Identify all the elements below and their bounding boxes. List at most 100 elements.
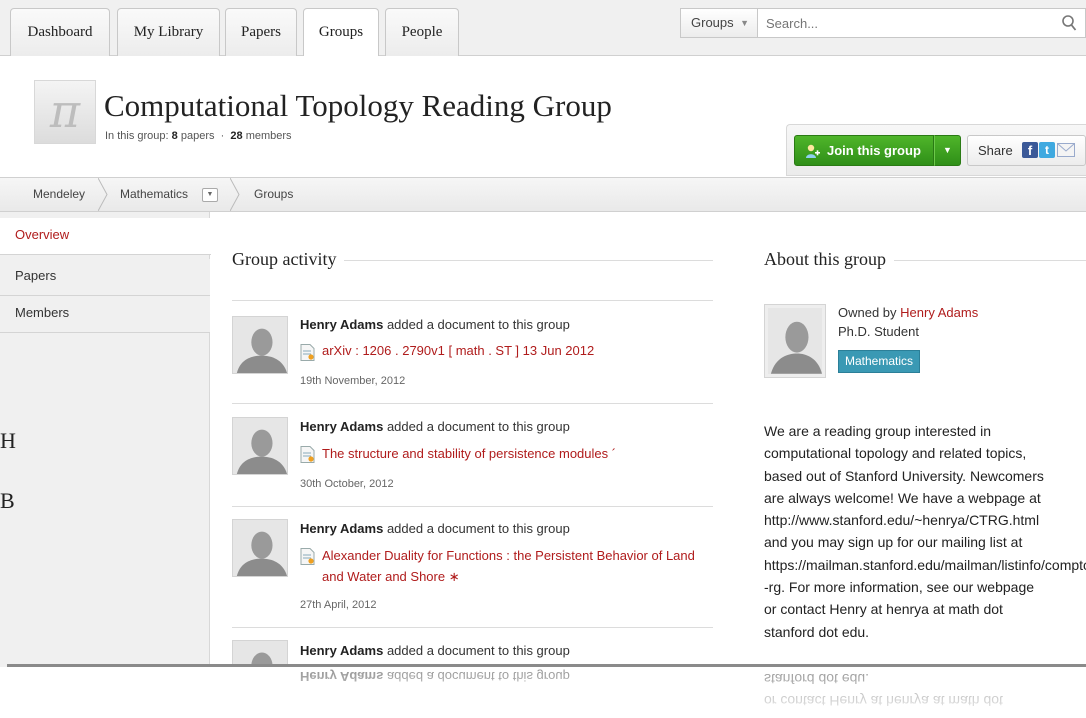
- owner-link[interactable]: Henry Adams: [900, 305, 978, 320]
- stats-separator: ·: [220, 130, 225, 142]
- activity-date: 27th April, 2012: [300, 599, 377, 611]
- activity-action: added a document to this group: [386, 317, 570, 332]
- document-icon: [300, 446, 315, 463]
- sidebar-item-members[interactable]: Members: [0, 296, 210, 333]
- page-title: Computational Topology Reading Group: [104, 88, 612, 123]
- description-line: based out of Stanford University. Newcom…: [764, 467, 1044, 484]
- share-label: Share: [978, 143, 1013, 158]
- chevron-down-icon: ▼: [943, 145, 952, 155]
- document-link-continued[interactable]: and Water and Shore ∗: [322, 567, 460, 587]
- members-count: 28: [230, 130, 243, 142]
- activity-date: 30th October, 2012: [300, 478, 394, 490]
- background-text-fragment: B: [0, 488, 15, 513]
- activity-divider: [232, 403, 713, 404]
- person-silhouette-icon: [768, 308, 822, 374]
- activity-text: Henry Adams added a document to this gro…: [300, 521, 570, 536]
- members-label: members: [245, 130, 292, 142]
- breadcrumb-groups[interactable]: Groups: [254, 178, 293, 211]
- join-options-dropdown[interactable]: ▼: [934, 135, 961, 166]
- search-scope-dropdown[interactable]: Groups ▼: [680, 8, 758, 38]
- document-link[interactable]: Alexander Duality for Functions : the Pe…: [322, 546, 695, 566]
- activity-user-link[interactable]: Henry Adams: [300, 521, 383, 536]
- search-scope-label: Groups: [691, 15, 734, 30]
- tab-people[interactable]: People: [385, 8, 459, 56]
- person-silhouette-icon: [233, 418, 287, 474]
- reflection-fade: [0, 667, 1086, 718]
- tab-my-library[interactable]: My Library: [117, 8, 220, 56]
- breadcrumb-separator: [98, 178, 108, 211]
- document-icon: [300, 344, 315, 361]
- description-line: and you may sign up for our mailing list…: [764, 534, 1023, 551]
- description-line: http://www.stanford.edu/~henrya/CTRG.htm…: [764, 512, 1040, 529]
- tab-papers[interactable]: Papers: [225, 8, 297, 56]
- owner-info: Owned by Henry Adams: [838, 305, 978, 320]
- activity-action: added a document to this group: [386, 419, 570, 434]
- tab-groups[interactable]: Groups: [303, 8, 379, 57]
- sidebar-item-papers[interactable]: Papers: [0, 259, 210, 296]
- email-icon[interactable]: [1057, 143, 1075, 157]
- tab-dashboard[interactable]: Dashboard: [10, 8, 110, 56]
- person-silhouette-icon: [233, 641, 287, 664]
- group-stats-prefix: In this group:: [105, 130, 169, 142]
- activity-divider: [232, 506, 713, 507]
- user-avatar[interactable]: [232, 640, 288, 664]
- description-line: We are a reading group interested in: [764, 423, 991, 439]
- discipline-tag[interactable]: Mathematics: [838, 350, 921, 373]
- activity-user-link[interactable]: Henry Adams: [300, 419, 383, 434]
- activity-user-link[interactable]: Henry Adams: [300, 643, 383, 658]
- description-line: stanford dot edu.: [764, 623, 870, 640]
- about-group-heading: About this group: [764, 249, 895, 270]
- activity-user-link[interactable]: Henry Adams: [300, 317, 383, 332]
- search-box: [757, 8, 1086, 38]
- search-input[interactable]: [758, 9, 1038, 37]
- group-activity-heading: Group activity: [232, 249, 345, 270]
- group-logo: π: [34, 80, 96, 144]
- search-icon[interactable]: [1061, 13, 1077, 33]
- breadcrumb: Mendeley Mathematics ▼ Groups: [0, 177, 1086, 212]
- activity-text: Henry Adams added a document to this gro…: [300, 643, 570, 658]
- top-navigation-bar: Dashboard My Library Papers Groups Peopl…: [0, 0, 1086, 57]
- document-icon: [300, 548, 315, 565]
- activity-text: Henry Adams added a document to this gro…: [300, 317, 570, 332]
- breadcrumb-dropdown[interactable]: ▼: [202, 188, 218, 202]
- background-text-fragment: H: [0, 428, 16, 453]
- description-line: https://mailman.stanford.edu/mailman/lis…: [764, 556, 1086, 573]
- owner-avatar[interactable]: [764, 304, 826, 378]
- owned-by-label: Owned by: [838, 305, 897, 320]
- description-line: computational topology and related topic…: [764, 445, 1027, 462]
- document-link[interactable]: arXiv : 1206 . 2790v1 [ math . ST ] 13 J…: [322, 341, 594, 361]
- description-line: -rg. For more information, see our webpa…: [764, 579, 1035, 596]
- breadcrumb-separator: [230, 178, 240, 211]
- description-line: are always welcome! We have a webpage at: [764, 489, 1041, 506]
- papers-count: 8: [171, 130, 178, 142]
- user-add-icon: [806, 144, 820, 158]
- owner-role: Ph.D. Student: [838, 324, 919, 339]
- join-group-label: Join this group: [827, 143, 921, 158]
- join-group-button[interactable]: Join this group: [794, 135, 934, 166]
- page-reflection: Henry Adams added a document to this gro…: [0, 667, 1086, 718]
- twitter-icon[interactable]: t: [1039, 142, 1055, 158]
- group-description: We are a reading group interested in com…: [764, 420, 1086, 643]
- group-stats: In this group: 8 papers · 28 members: [105, 130, 292, 142]
- activity-date: 19th November, 2012: [300, 375, 406, 387]
- person-silhouette-icon: [233, 520, 287, 576]
- person-silhouette-icon: [233, 317, 287, 373]
- description-line: or contact Henry at henrya at math dot: [764, 601, 1003, 618]
- user-avatar[interactable]: [232, 519, 288, 577]
- breadcrumb-mendeley[interactable]: Mendeley: [33, 178, 85, 211]
- user-avatar[interactable]: [232, 417, 288, 475]
- facebook-icon[interactable]: f: [1022, 142, 1038, 158]
- activity-divider: [232, 300, 713, 301]
- chevron-down-icon: ▼: [206, 191, 214, 198]
- papers-label: papers: [180, 130, 215, 142]
- activity-text: Henry Adams added a document to this gro…: [300, 419, 570, 434]
- chevron-down-icon: ▼: [740, 18, 749, 28]
- activity-divider: [232, 627, 713, 628]
- sidebar: Overview Papers Members: [0, 212, 211, 668]
- activity-action: added a document to this group: [386, 643, 570, 658]
- breadcrumb-mathematics[interactable]: Mathematics: [120, 178, 188, 211]
- sidebar-item-overview[interactable]: Overview: [0, 218, 211, 255]
- user-avatar[interactable]: [232, 316, 288, 374]
- activity-action: added a document to this group: [386, 521, 570, 536]
- document-link[interactable]: The structure and stability of persisten…: [322, 444, 616, 464]
